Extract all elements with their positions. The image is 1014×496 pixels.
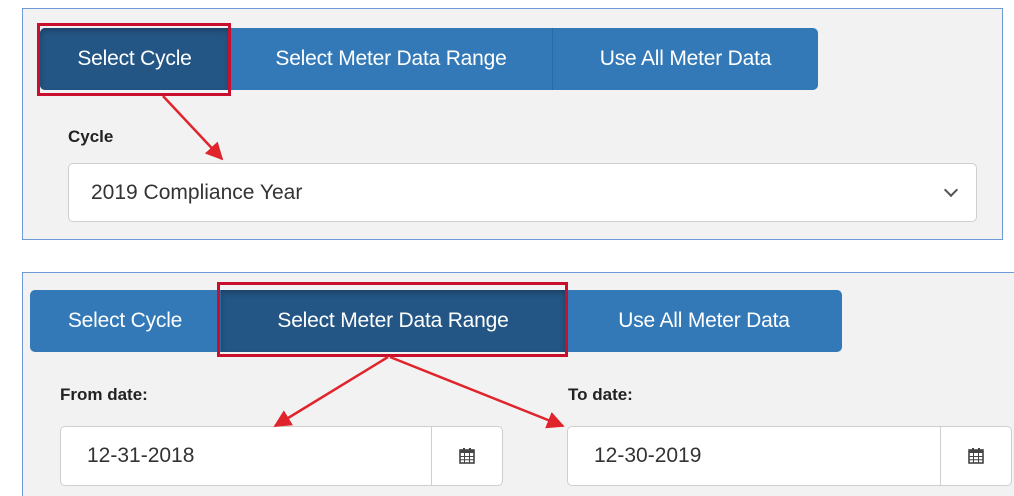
- to-date-input[interactable]: 12-30-2019: [568, 427, 941, 485]
- top-tab-group: Select Cycle Select Meter Data Range Use…: [40, 28, 818, 90]
- bottom-tab-group: Select Cycle Select Meter Data Range Use…: [30, 290, 842, 352]
- calendar-icon: [968, 448, 984, 464]
- tab-select-cycle[interactable]: Select Cycle: [30, 290, 220, 352]
- cycle-select-value: 2019 Compliance Year: [91, 180, 303, 204]
- tab-select-meter-data-range[interactable]: Select Meter Data Range: [229, 28, 552, 90]
- tab-use-all-meter-data[interactable]: Use All Meter Data: [565, 290, 842, 352]
- from-date-picker: 12-31-2018: [60, 426, 503, 486]
- tab-select-cycle[interactable]: Select Cycle: [40, 28, 229, 90]
- to-date-label: To date:: [568, 385, 633, 404]
- from-date-calendar-button[interactable]: [431, 427, 502, 485]
- cycle-label: Cycle: [68, 127, 114, 146]
- to-date-picker: 12-30-2019: [567, 426, 1012, 486]
- cycle-select[interactable]: 2019 Compliance Year: [68, 163, 977, 222]
- tab-select-meter-data-range[interactable]: Select Meter Data Range: [220, 290, 565, 352]
- chevron-down-icon[interactable]: [943, 182, 959, 198]
- from-date-label: From date:: [60, 385, 148, 404]
- calendar-icon: [459, 448, 475, 464]
- from-date-input[interactable]: 12-31-2018: [61, 427, 432, 485]
- tab-use-all-meter-data[interactable]: Use All Meter Data: [552, 28, 818, 90]
- to-date-calendar-button[interactable]: [940, 427, 1011, 485]
